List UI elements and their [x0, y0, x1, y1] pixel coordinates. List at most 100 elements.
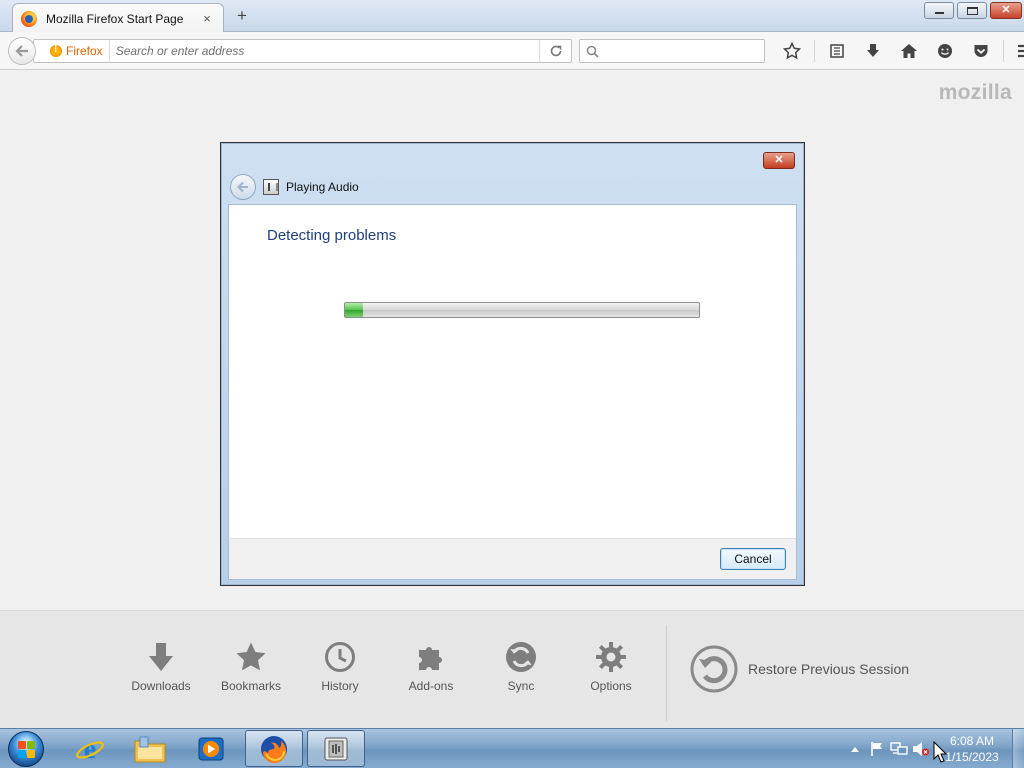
restore-icon	[966, 6, 978, 15]
firefox-favicon-icon	[21, 10, 37, 27]
tab-title: Mozilla Firefox Start Page	[46, 11, 184, 26]
close-icon: ✕	[774, 154, 784, 166]
back-button[interactable]	[8, 37, 36, 65]
show-desktop-button[interactable]	[1012, 729, 1024, 768]
windows-logo-icon	[8, 731, 44, 767]
clock-icon	[325, 642, 355, 672]
dialog-title: Playing Audio	[286, 180, 359, 194]
chevron-up-icon	[851, 747, 859, 752]
pocket-button[interactable]	[963, 39, 999, 63]
minimize-button[interactable]	[924, 2, 954, 19]
launcher-label: Sync	[507, 679, 535, 693]
bookmark-star-button[interactable]	[774, 39, 810, 63]
show-hidden-icons[interactable]	[844, 738, 866, 760]
cancel-button[interactable]: Cancel	[720, 548, 786, 570]
dialog-heading: Detecting problems	[267, 227, 397, 244]
reading-list-icon	[830, 44, 844, 58]
svg-text:e: e	[84, 734, 96, 764]
new-tab-button[interactable]: +	[232, 6, 252, 26]
gear-icon	[596, 642, 626, 672]
taskbar-firefox[interactable]	[245, 730, 303, 767]
launcher-add-ons[interactable]: Add-ons	[391, 641, 471, 693]
launcher-options[interactable]: Options	[571, 641, 651, 693]
window-controls: ✕	[924, 2, 1022, 19]
volume-muted-icon	[913, 742, 929, 756]
close-icon: ✕	[1001, 4, 1011, 16]
toolbar-separator	[814, 40, 815, 62]
hello-button[interactable]	[927, 39, 963, 63]
firefox-icon	[261, 735, 287, 763]
minimize-icon	[934, 12, 944, 14]
launcher-label: Downloads	[131, 679, 191, 693]
progress-bar	[344, 302, 700, 318]
browser-tab-strip: Mozilla Firefox Start Page × + ✕	[0, 0, 1024, 33]
taskbar-troubleshooter[interactable]	[307, 730, 365, 767]
launcher-sync[interactable]: Sync	[481, 641, 561, 693]
home-icon	[901, 44, 917, 58]
volume-button[interactable]	[910, 738, 932, 760]
restore-button[interactable]	[957, 2, 987, 19]
taskbar-media-player[interactable]	[182, 730, 240, 767]
dialog-footer: Cancel	[228, 538, 797, 580]
dialog-body: Detecting problems	[228, 204, 797, 538]
launcher-downloads[interactable]: Downloads	[121, 641, 201, 693]
toolbar-separator	[1003, 40, 1004, 62]
reading-list-button[interactable]	[819, 39, 855, 63]
taskbar-internet-explorer[interactable]: e	[61, 730, 119, 767]
network-button[interactable]	[888, 738, 910, 760]
launcher-bookmarks[interactable]: Bookmarks	[211, 641, 291, 693]
internet-explorer-icon: e	[76, 734, 104, 764]
identity-label: Firefox	[66, 44, 103, 58]
reload-button[interactable]	[539, 40, 571, 62]
launcher-separator	[666, 625, 667, 721]
playing-audio-dialog: ✕ Playing Audio Detecting problems Cance…	[220, 142, 805, 586]
restore-session-label: Restore Previous Session	[748, 661, 910, 677]
restore-session-button[interactable]: Restore Previous Session	[690, 645, 909, 693]
tab-mozilla-start-page[interactable]: Mozilla Firefox Start Page ×	[12, 3, 224, 33]
dialog-close-button[interactable]: ✕	[763, 152, 795, 169]
back-arrow-icon	[15, 45, 28, 57]
start-button[interactable]	[6, 730, 46, 768]
url-bar[interactable]: Firefox	[33, 39, 572, 63]
dialog-header: Playing Audio	[230, 174, 359, 200]
identity-warning-icon	[50, 44, 62, 57]
search-bar[interactable]	[579, 39, 765, 63]
sync-icon	[506, 642, 536, 672]
troubleshooter-icon	[324, 737, 348, 760]
menu-icon	[1018, 44, 1024, 58]
taskbar-windows-explorer[interactable]	[121, 730, 179, 767]
downloads-icon	[867, 44, 879, 57]
puzzle-icon	[419, 647, 442, 670]
address-input[interactable]	[109, 44, 539, 58]
mozilla-logo: mozilla	[938, 81, 1012, 104]
dialog-back-button[interactable]	[230, 174, 256, 200]
troubleshooter-icon	[263, 179, 279, 195]
windows-explorer-icon	[134, 736, 166, 762]
windows-taskbar: e 6:08 AM 1/15/2023	[0, 728, 1024, 768]
close-window-button[interactable]: ✕	[990, 2, 1022, 19]
toolbar-buttons	[774, 39, 1024, 63]
tab-close-icon[interactable]: ×	[199, 11, 215, 26]
launcher-label: Bookmarks	[220, 679, 282, 693]
action-center-button[interactable]	[866, 738, 888, 760]
download-arrow-icon	[149, 643, 173, 671]
bookmark-star-icon	[783, 42, 801, 60]
launcher-label: Options	[590, 679, 632, 693]
mouse-pointer-icon	[933, 741, 947, 763]
reload-icon	[550, 45, 561, 57]
launcher-bar: Downloads Bookmarks History Add-ons Sync…	[0, 610, 1024, 728]
back-arrow-icon	[237, 181, 248, 193]
site-identity[interactable]: Firefox	[42, 40, 110, 62]
star-icon	[236, 642, 266, 671]
network-icon	[890, 742, 908, 755]
home-button[interactable]	[891, 39, 927, 63]
hello-icon	[938, 44, 952, 58]
menu-button[interactable]	[1008, 39, 1024, 63]
search-input[interactable]	[603, 44, 764, 58]
downloads-button[interactable]	[855, 39, 891, 63]
launcher-history[interactable]: History	[300, 641, 380, 693]
launcher-label: History	[321, 679, 359, 693]
restore-session-icon	[690, 645, 738, 693]
launcher-label: Add-ons	[408, 679, 454, 693]
media-player-icon	[198, 737, 224, 760]
